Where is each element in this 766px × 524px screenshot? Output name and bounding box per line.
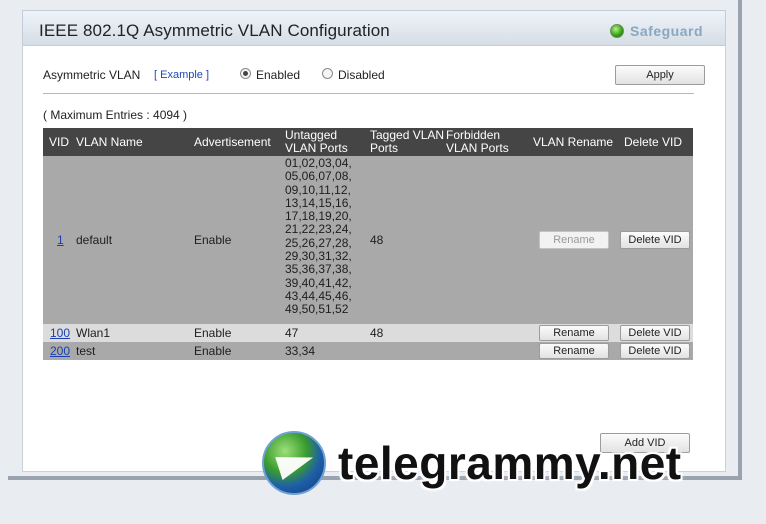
watermark: telegrammy.net [262, 430, 682, 496]
disabled-radio-label: Disabled [338, 68, 385, 82]
apply-button[interactable]: Apply [615, 65, 705, 85]
frame-right-edge [738, 0, 742, 478]
vlan-name-cell: Wlan1 [76, 326, 111, 340]
header-vlan-name: VLAN Name [76, 135, 143, 149]
advertisement-cell: Enable [194, 344, 232, 358]
vlan-name-cell: test [76, 344, 96, 358]
divider [43, 93, 694, 94]
header-tagged-2: Ports [370, 141, 399, 155]
advertisement-cell: Enable [194, 233, 232, 247]
telegram-globe-icon [262, 431, 326, 495]
rename-button[interactable]: Rename [539, 343, 609, 359]
tagged-ports-cell: 48 [370, 326, 384, 340]
asymmetric-vlan-label: Asymmetric VLAN [43, 68, 141, 82]
vlan-table: VID VLAN Name Advertisement Untagged VLA… [43, 128, 693, 360]
header-forbidden-2: VLAN Ports [446, 141, 509, 155]
rename-button[interactable]: Rename [539, 325, 609, 341]
advertisement-cell: Enable [194, 326, 232, 340]
header-delete-vid: Delete VID [624, 135, 683, 149]
vid-link[interactable]: 200 [50, 345, 70, 358]
title-bar: IEEE 802.1Q Asymmetric VLAN Configuratio… [22, 10, 726, 46]
untagged-ports-cell: 47 [285, 326, 299, 340]
rename-button[interactable]: Rename [539, 231, 609, 249]
safeguard-indicator: Safeguard [610, 23, 703, 39]
delete-vid-button[interactable]: Delete VID [620, 325, 690, 341]
table-row: 1 default Enable 01,02,03,04, 05,06,07,0… [43, 156, 693, 324]
tagged-ports-cell: 48 [370, 233, 384, 247]
page-title: IEEE 802.1Q Asymmetric VLAN Configuratio… [39, 21, 390, 40]
max-entries-text: ( Maximum Entries : 4094 ) [43, 108, 188, 122]
header-vid: VID [49, 135, 70, 149]
table-header: VID VLAN Name Advertisement Untagged VLA… [43, 128, 693, 156]
header-advertisement: Advertisement [194, 135, 271, 149]
disabled-radio[interactable] [322, 68, 333, 79]
table-row: 200 test Enable 33,34 Rename Delete VID [43, 342, 693, 360]
vlan-name-cell: default [76, 233, 113, 247]
safeguard-label: Safeguard [630, 23, 703, 39]
table-row: 100 Wlan1 Enable 47 48 Rename Delete VID [43, 324, 693, 342]
safeguard-status-icon [610, 24, 625, 38]
untagged-ports-cell: 33,34 [285, 344, 316, 358]
enabled-radio[interactable] [240, 68, 251, 79]
vid-link[interactable]: 1 [57, 234, 64, 247]
header-vlan-rename: VLAN Rename [533, 135, 614, 149]
header-untagged-2: VLAN Ports [285, 141, 348, 155]
delete-vid-button[interactable]: Delete VID [620, 231, 690, 249]
watermark-text: telegrammy.net [338, 437, 682, 489]
example-link[interactable]: [ Example ] [154, 69, 209, 81]
delete-vid-button[interactable]: Delete VID [620, 343, 690, 359]
enabled-radio-label: Enabled [256, 68, 301, 82]
vid-link[interactable]: 100 [50, 327, 70, 340]
untagged-ports-cell: 01,02,03,04, 05,06,07,08, 09,10,11,12, 1… [285, 156, 352, 317]
